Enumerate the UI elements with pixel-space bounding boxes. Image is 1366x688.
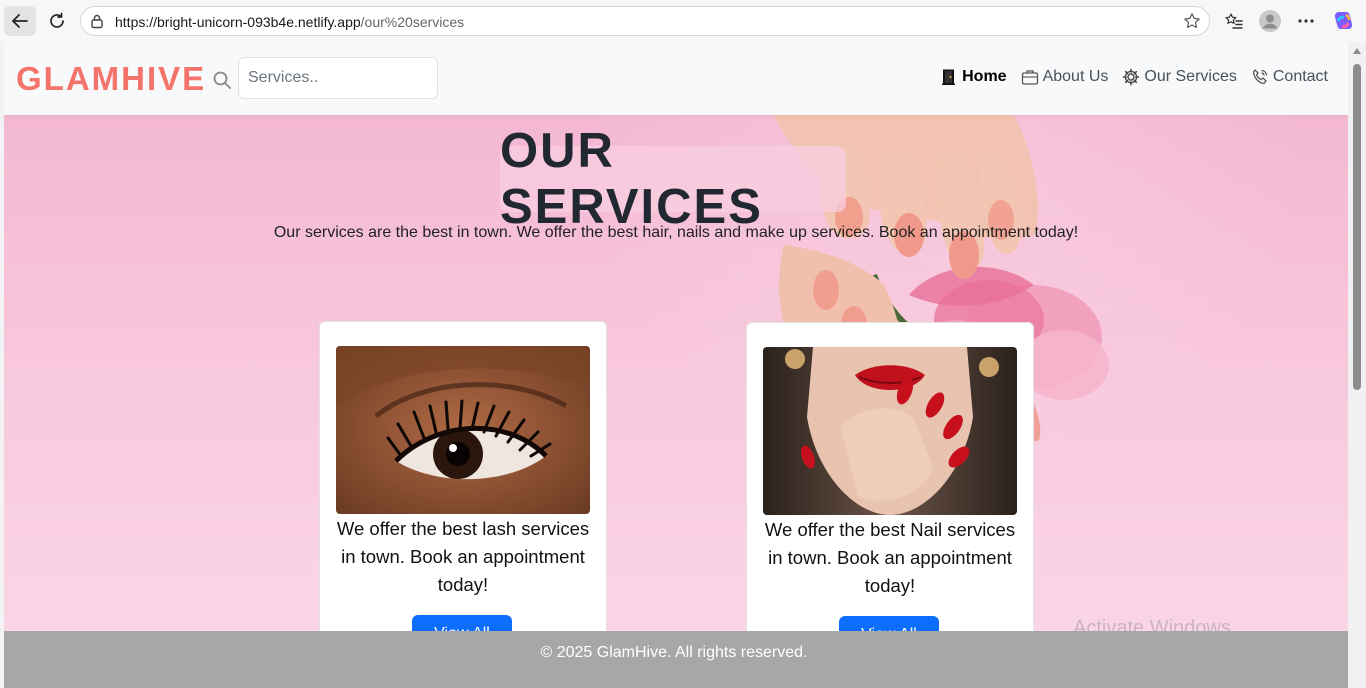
site-navbar: GLAMHIVE Home About Us Our Services Cont… — [4, 42, 1348, 115]
nav-contact-label: Contact — [1272, 68, 1328, 85]
arrow-left-icon — [12, 14, 28, 28]
reload-button[interactable] — [42, 6, 72, 36]
service-card-nails: We offer the best Nail services in town.… — [746, 322, 1034, 662]
nav-links: Home About Us Our Services Contact — [940, 68, 1328, 86]
copilot-icon[interactable] — [1330, 8, 1356, 34]
search-icon — [213, 71, 231, 89]
url-text: https://bright-unicorn-093b4e.netlify.ap… — [115, 14, 464, 30]
more-options-icon[interactable] — [1293, 8, 1319, 34]
nav-about[interactable]: About Us — [1021, 68, 1109, 86]
door-icon — [942, 69, 956, 85]
hero-section: OUR SERVICES Our services are the best i… — [4, 115, 1348, 688]
site-footer: © 2025 GlamHive. All rights reserved. — [4, 631, 1348, 688]
favorite-star-icon[interactable] — [1183, 12, 1201, 30]
brand-logo[interactable]: GLAMHIVE — [16, 60, 206, 98]
nails-image — [763, 347, 1017, 515]
search-input[interactable] — [238, 57, 438, 99]
browser-toolbar: https://bright-unicorn-093b4e.netlify.ap… — [0, 0, 1366, 42]
nav-home[interactable]: Home — [940, 68, 1007, 86]
nav-about-label: About Us — [1042, 68, 1109, 85]
page-title: OUR SERVICES — [500, 124, 763, 234]
profile-avatar-icon[interactable] — [1257, 8, 1283, 34]
url-path: /our%20services — [360, 14, 465, 30]
nav-services-label: Our Services — [1144, 68, 1237, 85]
briefcase-icon — [1021, 70, 1038, 85]
lash-image — [336, 346, 590, 514]
back-button[interactable] — [4, 6, 36, 36]
nav-contact[interactable]: Contact — [1251, 68, 1328, 86]
gear-icon — [1123, 68, 1140, 86]
service-card-lash: We offer the best lash services in town.… — [319, 321, 607, 661]
lock-icon — [91, 14, 103, 29]
nails-card-text: We offer the best Nail services in town.… — [764, 519, 1016, 596]
hero-title-box: OUR SERVICES — [500, 124, 846, 234]
page-scrollbar[interactable] — [1348, 42, 1366, 688]
favorites-list-icon[interactable] — [1221, 8, 1247, 34]
scroll-thumb[interactable] — [1353, 64, 1361, 390]
footer-copyright: © 2025 GlamHive. All rights reserved. — [540, 644, 808, 661]
lash-card-text: We offer the best lash services in town.… — [336, 518, 590, 595]
page-viewport: GLAMHIVE Home About Us Our Services Cont… — [4, 42, 1348, 688]
hero-subtitle: Our services are the best in town. We of… — [273, 224, 1079, 241]
reload-icon — [50, 12, 64, 28]
nav-services[interactable]: Our Services — [1122, 68, 1237, 86]
nav-home-label: Home — [962, 68, 1007, 85]
phone-icon — [1252, 69, 1267, 85]
url-host: https://bright-unicorn-093b4e.netlify.ap… — [115, 14, 361, 30]
scroll-up-arrow-icon[interactable] — [1353, 48, 1361, 54]
address-bar[interactable]: https://bright-unicorn-093b4e.netlify.ap… — [80, 6, 1210, 36]
